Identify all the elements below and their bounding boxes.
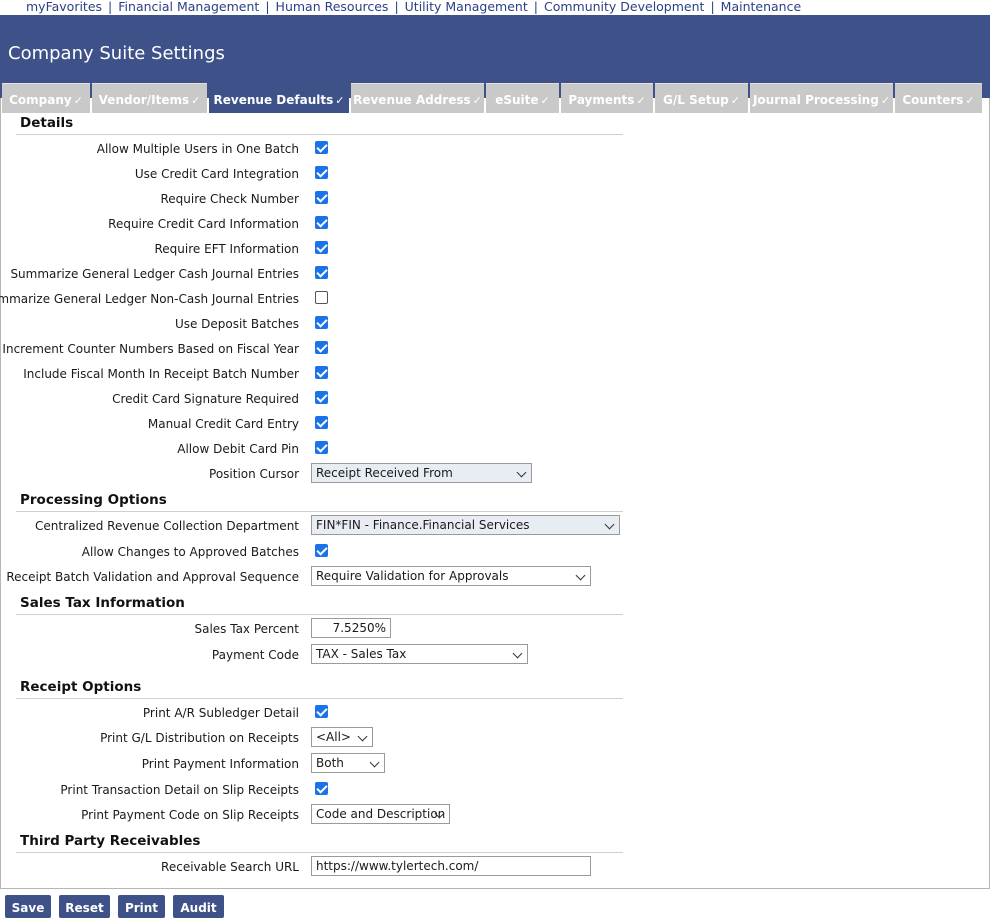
print-transaction-detail-checkbox[interactable] bbox=[315, 782, 328, 795]
field-label: Payment Code bbox=[211, 648, 299, 662]
field-label: Require EFT Information bbox=[154, 242, 300, 256]
nav-link-myfavorites[interactable]: myFavorites bbox=[26, 0, 102, 14]
field-label: Receipt Batch Validation and Approval Se… bbox=[6, 570, 299, 584]
summarize-gl-cash-checkbox[interactable] bbox=[315, 266, 328, 279]
field-label: Increment Counter Numbers Based on Fisca… bbox=[2, 342, 299, 356]
field-label: Summarize General Ledger Cash Journal En… bbox=[10, 267, 299, 281]
page-title: Company Suite Settings bbox=[8, 43, 225, 64]
allow-multiple-users-checkbox[interactable] bbox=[315, 141, 328, 154]
field-label: Print Payment Information bbox=[141, 757, 299, 771]
print-ar-subledger-checkbox[interactable] bbox=[315, 705, 328, 718]
nav-separator: | bbox=[394, 0, 399, 14]
field-label: Summarize General Ledger Non-Cash Journa… bbox=[0, 292, 299, 306]
select-value: Require Validation for Approvals bbox=[316, 569, 509, 583]
nav-separator: | bbox=[108, 0, 113, 14]
field-label: Allow Changes to Approved Batches bbox=[81, 545, 299, 559]
chevron-down-icon bbox=[512, 648, 523, 659]
select-value: FIN*FIN - Finance.Financial Services bbox=[316, 518, 530, 532]
field-label: Print Transaction Detail on Slip Receipt… bbox=[60, 783, 299, 797]
nav-separator: | bbox=[710, 0, 715, 14]
field-label: Require Check Number bbox=[160, 192, 299, 206]
field-label: Credit Card Signature Required bbox=[112, 392, 299, 406]
field-label: Print A/R Subledger Detail bbox=[142, 706, 299, 720]
section-heading-details: Details bbox=[20, 115, 74, 131]
section-divider bbox=[16, 134, 623, 135]
department-select[interactable]: FIN*FIN - Finance.Financial Services bbox=[311, 515, 620, 535]
field-label: Include Fiscal Month In Receipt Batch Nu… bbox=[23, 367, 299, 381]
credit-card-signature-checkbox[interactable] bbox=[315, 391, 328, 404]
chevron-down-icon bbox=[516, 467, 527, 478]
field-label: Allow Multiple Users in One Batch bbox=[96, 142, 299, 156]
use-credit-card-integration-checkbox[interactable] bbox=[315, 166, 328, 179]
top-nav: myFavorites | Financial Management | Human R… bbox=[0, 0, 990, 15]
chevron-down-icon bbox=[575, 570, 586, 581]
chevron-down-icon bbox=[604, 519, 615, 530]
field-label: Position Cursor bbox=[209, 467, 299, 481]
select-value: <All> bbox=[316, 730, 351, 744]
field-label: Sales Tax Percent bbox=[194, 622, 299, 636]
payment-information-select[interactable]: Both bbox=[311, 753, 385, 773]
section-heading-processing: Processing Options bbox=[20, 492, 167, 508]
gl-distribution-select[interactable]: <All> bbox=[311, 727, 373, 747]
manual-credit-card-entry-checkbox[interactable] bbox=[315, 416, 328, 429]
audit-button[interactable]: Audit bbox=[173, 895, 224, 918]
page-header: Company Suite Settings Company ✓ Vendor/I… bbox=[0, 15, 990, 113]
section-heading-receipt: Receipt Options bbox=[20, 679, 142, 695]
require-credit-card-info-checkbox[interactable] bbox=[315, 216, 328, 229]
section-divider bbox=[16, 511, 623, 512]
select-value: TAX - Sales Tax bbox=[316, 647, 407, 661]
field-label: Allow Debit Card Pin bbox=[177, 442, 299, 456]
field-label: Manual Credit Card Entry bbox=[147, 417, 299, 431]
nav-link-utility-management[interactable]: Utility Management bbox=[405, 0, 528, 14]
nav-link-financial-management[interactable]: Financial Management bbox=[118, 0, 259, 14]
save-button[interactable]: Save bbox=[5, 895, 51, 918]
field-label: Centralized Revenue Collection Departmen… bbox=[35, 519, 299, 533]
allow-changes-approved-checkbox[interactable] bbox=[315, 544, 328, 557]
chevron-down-icon bbox=[357, 731, 368, 742]
section-divider bbox=[16, 852, 623, 853]
payment-code-select[interactable]: TAX - Sales Tax bbox=[311, 644, 528, 664]
select-value: Both bbox=[316, 756, 344, 770]
require-check-number-checkbox[interactable] bbox=[315, 191, 328, 204]
section-heading-third-party: Third Party Receivables bbox=[20, 833, 201, 849]
slip-payment-code-select[interactable]: Code and Description bbox=[311, 804, 450, 824]
field-label: Use Deposit Batches bbox=[174, 317, 299, 331]
section-divider bbox=[16, 698, 623, 699]
nav-link-maintenance[interactable]: Maintenance bbox=[721, 0, 802, 14]
field-label: Require Credit Card Information bbox=[108, 217, 299, 231]
chevron-down-icon bbox=[369, 757, 380, 768]
select-value: Receipt Received From bbox=[316, 466, 453, 480]
reset-button[interactable]: Reset bbox=[59, 895, 110, 918]
field-label: Use Credit Card Integration bbox=[134, 167, 299, 181]
select-value: Code and Description bbox=[316, 807, 446, 821]
require-eft-info-checkbox[interactable] bbox=[315, 241, 328, 254]
field-label: Print G/L Distribution on Receipts bbox=[100, 731, 299, 745]
nav-link-human-resources[interactable]: Human Resources bbox=[276, 0, 389, 14]
receivable-search-url-input[interactable]: https://www.tylertech.com/ bbox=[311, 856, 591, 876]
position-cursor-select[interactable]: Receipt Received From bbox=[311, 463, 532, 483]
increment-counter-checkbox[interactable] bbox=[315, 341, 328, 354]
nav-separator: | bbox=[265, 0, 270, 14]
use-deposit-batches-checkbox[interactable] bbox=[315, 316, 328, 329]
print-button[interactable]: Print bbox=[118, 895, 165, 918]
sales-tax-percent-input[interactable]: 7.5250% bbox=[311, 618, 391, 638]
nav-separator: | bbox=[533, 0, 538, 14]
include-fiscal-month-checkbox[interactable] bbox=[315, 366, 328, 379]
field-label: Receivable Search URL bbox=[161, 860, 299, 874]
summarize-gl-noncash-checkbox[interactable] bbox=[315, 291, 328, 304]
nav-link-community-development[interactable]: Community Development bbox=[544, 0, 704, 14]
section-divider bbox=[16, 614, 623, 615]
field-label: Print Payment Code on Slip Receipts bbox=[81, 808, 299, 822]
section-heading-sales-tax: Sales Tax Information bbox=[20, 595, 185, 611]
approval-sequence-select[interactable]: Require Validation for Approvals bbox=[311, 566, 591, 586]
allow-debit-card-pin-checkbox[interactable] bbox=[315, 441, 328, 454]
